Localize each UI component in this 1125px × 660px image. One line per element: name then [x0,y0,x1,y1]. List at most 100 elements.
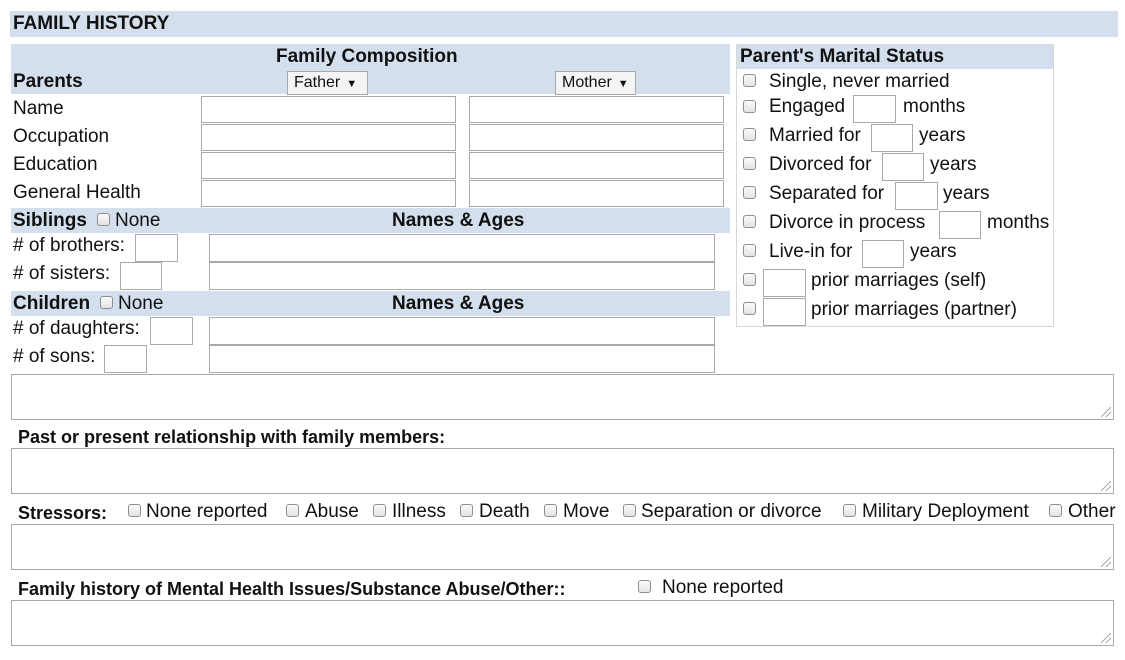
father-health-input[interactable] [201,180,456,207]
parent-row-label: Education [13,154,98,175]
engaged-checkbox[interactable] [743,100,756,113]
mother-occupation-input[interactable] [469,124,724,151]
sisters-count-input[interactable] [120,262,162,290]
prior-partner-label: prior marriages (partner) [811,299,1017,320]
mental-health-textarea[interactable] [11,600,1114,646]
prior-self-label: prior marriages (self) [811,270,987,291]
mental-health-label: Family history of Mental Health Issues/S… [18,579,566,599]
resize-grip-icon[interactable] [1101,633,1111,643]
live-in-checkbox[interactable] [743,244,756,257]
stressor-option-label: Other [1068,501,1116,522]
relationship-label: Past or present relationship with family… [18,427,446,447]
father-name-input[interactable] [201,96,456,123]
stressor-death-checkbox[interactable] [460,504,473,517]
stressor-option-label: Death [479,501,530,522]
divorced-checkbox[interactable] [743,157,756,170]
section-title: FAMILY HISTORY [13,13,170,34]
separated-years-input[interactable] [895,182,938,210]
sisters-names-input[interactable] [209,262,715,290]
stressor-option-label: None reported [146,501,268,522]
engaged-months-input[interactable] [853,95,896,123]
children-none-checkbox[interactable] [100,296,113,309]
marital-status-title: Parent's Marital Status [740,46,945,67]
siblings-label: Siblings [13,210,87,231]
chevron-down-icon: ▼ [617,78,629,90]
stressor-option-label: Military Deployment [862,501,1029,522]
family-composition-title: Family Composition [276,46,458,67]
brothers-names-input[interactable] [209,234,715,262]
brothers-count-input[interactable] [135,234,178,262]
divorce-in-process-checkbox[interactable] [743,215,756,228]
relationship-textarea[interactable] [11,448,1114,494]
mother-health-input[interactable] [469,180,724,207]
engaged-unit: months [903,96,966,117]
father-select-value: Father [294,74,341,91]
stressor-option-label: Separation or divorce [641,501,822,522]
married-checkbox[interactable] [743,128,756,141]
family-notes-textarea[interactable] [11,374,1114,420]
prior-partner-count-input[interactable] [763,298,806,326]
sisters-label: # of sisters: [13,263,111,284]
divorce-in-process-label: Divorce in process [769,212,926,233]
stressor-option-label: Move [563,501,610,522]
stressor-move-checkbox[interactable] [544,504,557,517]
prior-partner-checkbox[interactable] [743,302,756,315]
father-occupation-input[interactable] [201,124,456,151]
mother-select-value: Mother [562,74,612,91]
mother-select[interactable]: Mother ▼ [555,71,636,95]
sons-label: # of sons: [13,346,96,367]
siblings-none-label: None [115,210,161,231]
stressor-illness-checkbox[interactable] [373,504,386,517]
siblings-none-checkbox[interactable] [97,213,110,226]
married-label: Married for [769,125,861,146]
divorce-in-process-months-input[interactable] [939,211,981,239]
children-none-label: None [118,293,164,314]
mother-name-input[interactable] [469,96,724,123]
sons-names-input[interactable] [209,345,715,373]
separated-label: Separated for [769,183,885,204]
parent-row-label: General Health [13,182,141,203]
resize-grip-icon[interactable] [1101,557,1111,567]
prior-self-count-input[interactable] [763,269,806,297]
children-label: Children [13,293,91,314]
stressors-label: Stressors: [18,503,108,523]
siblings-names-ages: Names & Ages [392,210,525,231]
father-select[interactable]: Father ▼ [287,71,368,95]
resize-grip-icon[interactable] [1101,481,1111,491]
single-label: Single, never married [769,71,950,92]
stressor-option-label: Abuse [305,501,359,522]
stressor-separation-checkbox[interactable] [623,504,636,517]
married-years-input[interactable] [871,124,913,152]
stressor-other-checkbox[interactable] [1049,504,1062,517]
single-checkbox[interactable] [743,74,756,87]
separated-checkbox[interactable] [743,186,756,199]
daughters-names-input[interactable] [209,317,715,345]
mental-health-none-checkbox[interactable] [638,580,651,593]
engaged-label: Engaged [769,96,846,117]
live-in-years-input[interactable] [862,240,904,268]
children-names-ages: Names & Ages [392,293,525,314]
separated-unit: years [943,183,990,204]
parent-row-label: Occupation [13,126,110,147]
mother-education-input[interactable] [469,152,724,179]
divorced-years-input[interactable] [882,153,924,181]
resize-grip-icon[interactable] [1101,407,1111,417]
live-in-label: Live-in for [769,241,853,262]
married-unit: years [919,125,966,146]
stressor-none-checkbox[interactable] [128,504,141,517]
divorce-in-process-unit: months [987,212,1050,233]
brothers-label: # of brothers: [13,235,125,256]
prior-self-checkbox[interactable] [743,273,756,286]
parents-label: Parents [13,71,83,92]
live-in-unit: years [910,241,957,262]
divorced-unit: years [930,154,977,175]
stressor-abuse-checkbox[interactable] [286,504,299,517]
stressors-textarea[interactable] [11,524,1114,570]
stressor-military-checkbox[interactable] [843,504,856,517]
chevron-down-icon: ▼ [346,78,358,90]
daughters-count-input[interactable] [150,317,193,345]
father-education-input[interactable] [201,152,456,179]
section-header [10,11,1118,37]
mental-health-none-label: None reported [662,577,784,598]
sons-count-input[interactable] [104,345,147,373]
